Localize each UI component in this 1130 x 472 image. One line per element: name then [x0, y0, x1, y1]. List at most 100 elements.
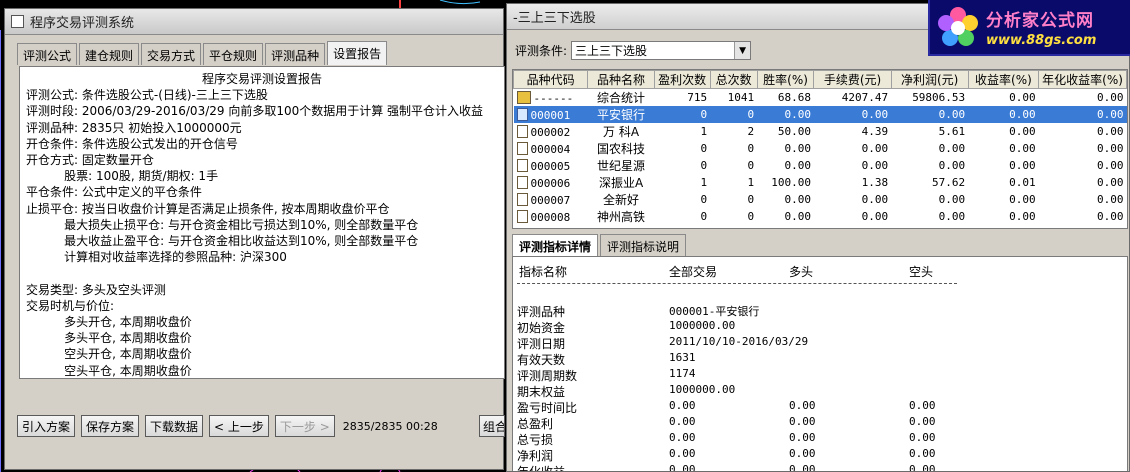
cell-profit: 0.00	[891, 106, 969, 123]
cell-wins: 0	[700, 142, 708, 155]
cell-name: 国农科技	[597, 142, 646, 156]
tab-settings-report[interactable]: 设置报告	[327, 41, 388, 65]
detail-header: 指标名称 全部交易 多头 空头	[513, 263, 1127, 281]
cell-wins: 0	[654, 106, 711, 123]
condition-select[interactable]: 三上三下选股 ▼	[571, 41, 752, 60]
cell-fee: 0.00	[861, 193, 889, 206]
chevron-down-icon[interactable]: ▼	[734, 42, 751, 59]
detail-row: 评测周期数 1174	[513, 367, 1127, 383]
save-plan-button[interactable]: 保存方案	[81, 415, 140, 437]
detail-row: 净利润 0.00 0.00 0.00	[513, 447, 1127, 463]
cell-ret: 0.00	[1009, 159, 1036, 172]
table-row[interactable]: 000002 万 科A 1 2 50.00 4.39 5.61 0.00 0.00	[514, 123, 1127, 140]
detail-all: 0.00	[669, 463, 696, 472]
site-logo: 分析家公式网 www.88gs.com	[928, 0, 1130, 56]
tab-metric-explanation[interactable]: 评测指标说明	[600, 234, 687, 256]
cell-fee: 0.00	[861, 142, 889, 155]
cell-fee: 1.38	[861, 176, 889, 189]
detail-all: 2011/10/10-2016/03/29	[669, 335, 809, 348]
col-header-total[interactable]: 总次数	[709, 70, 758, 89]
cell-total: 0	[747, 159, 755, 172]
cell-rate: 0.00	[784, 159, 811, 172]
detail-tabs: 评测指标详情 评测指标说明	[512, 234, 688, 256]
table-row[interactable]: 000001 平安银行 0 0 0.00 0.00 0.00 0.00 0.00	[513, 106, 1127, 123]
tab-metric-details[interactable]: 评测指标详情	[512, 234, 599, 256]
col-header-profit[interactable]: 净利润(元)	[890, 70, 969, 89]
settings-report-panel: 程序交易评测设置报告 评测公式: 条件选股公式-(日线)-三上三下选股 评测时段:…	[19, 66, 505, 379]
summary-folder-icon	[516, 90, 531, 104]
import-plan-button[interactable]: 引入方案	[17, 415, 76, 437]
col-header-name[interactable]: 品种名称	[587, 70, 655, 89]
cell-profit: 0.00	[938, 142, 966, 155]
cell-total: 0	[747, 142, 755, 155]
cell-rate: 0.00	[784, 210, 811, 223]
cell-name: 深振业A	[598, 176, 644, 190]
cell-fee: 4.39	[861, 125, 889, 138]
detail-long: 0.00	[789, 447, 816, 460]
table-row[interactable]: 000008 神州高铁 0 0 0.00 0.00 0.00 0.00 0.00	[514, 208, 1127, 225]
report-line: 空头平仓, 本周期收盘价	[26, 363, 192, 378]
detail-all: 0.00	[669, 415, 696, 428]
col-header-fee[interactable]: 手续费(元)	[813, 70, 892, 89]
cell-code: 000007	[514, 191, 588, 208]
col-header-return[interactable]: 收益率(%)	[967, 70, 1040, 89]
cell-ret: 0.00	[1009, 91, 1036, 104]
table-row[interactable]: ------ 综合统计 715 1041 68.68 4207.47 59806.53 0.0…	[514, 89, 1127, 107]
cell-wins: 1	[700, 176, 708, 189]
cell-wins: 0	[700, 159, 708, 172]
prev-step-button[interactable]: < 上一步	[209, 415, 269, 437]
cell-name: 神州高铁	[597, 210, 646, 224]
cell-annual: 0.00	[1097, 176, 1124, 189]
tab-formula[interactable]: 评测公式	[17, 43, 78, 65]
table-row[interactable]: 000007 全新好 0 0 0.00 0.00 0.00 0.00 0.00	[514, 191, 1127, 208]
combine-button[interactable]: 组合	[479, 415, 505, 437]
flower-logo-icon	[938, 7, 978, 46]
tab-close-rules[interactable]: 平仓规则	[203, 43, 264, 65]
detail-short: 0.00	[909, 463, 936, 472]
table-row[interactable]: 000005 世纪星源 0 0 0.00 0.00 0.00 0.00 0.00	[514, 157, 1127, 174]
cell-total: 0	[710, 106, 758, 123]
cell-ret: 0.01	[1009, 176, 1036, 189]
bottom-toolbar: 引入方案 保存方案 下载数据 < 上一步 下一步 > 2835/2835 00:…	[17, 415, 505, 437]
report-window-title: 程序交易评测系统	[30, 16, 135, 31]
cell-name: 平安银行	[587, 106, 655, 123]
report-line: 交易时机与价位:	[26, 298, 115, 313]
col-header-code[interactable]: 品种代码	[513, 70, 589, 89]
detail-divider	[517, 283, 957, 284]
cell-profit: 5.61	[938, 125, 966, 138]
detail-name: 净利润	[517, 449, 554, 463]
cell-wins: 1	[700, 125, 708, 138]
next-step-button[interactable]: 下一步 >	[274, 415, 335, 437]
table-row[interactable]: 000004 国农科技 0 0 0.00 0.00 0.00 0.00 0.00	[514, 140, 1127, 157]
cell-fee: 4207.47	[841, 91, 889, 104]
cell-annual: 0.00	[1097, 91, 1124, 104]
table-header-row: 品种代码 品种名称 盈利次数 总次数 胜率(%) 手续费(元) 净利润(元) 收…	[513, 70, 1127, 89]
detail-row: 初始资金 1000000.00	[513, 319, 1127, 335]
tab-instruments[interactable]: 评测品种	[265, 43, 326, 65]
col-header-wins[interactable]: 盈利次数	[653, 70, 711, 89]
detail-name: 评测日期	[517, 337, 566, 351]
cell-total: 0	[747, 210, 755, 223]
table-row[interactable]: 000006 深振业A 1 1 100.00 1.38 57.62 0.01 0.00	[514, 174, 1127, 191]
detail-long: 0.00	[789, 415, 816, 428]
report-window-titlebar[interactable]: 程序交易评测系统	[5, 9, 503, 35]
code-text: 000005	[530, 159, 571, 173]
report-line	[26, 265, 498, 281]
cell-code: 000008	[514, 208, 588, 225]
document-icon	[516, 209, 528, 223]
cell-name: 世纪星源	[597, 159, 646, 173]
detail-short: 0.00	[909, 447, 936, 460]
cell-fee: 0.00	[861, 159, 889, 172]
code-text: 000006	[530, 176, 571, 190]
cell-annual: 0.00	[1097, 193, 1124, 206]
col-header-annual-return[interactable]: 年化收益率(%)	[1038, 70, 1127, 89]
code-text: 000001	[530, 108, 571, 122]
cell-code: 000001	[513, 106, 588, 123]
detail-long: 0.00	[789, 463, 816, 472]
logo-brand-text: 分析家公式网	[986, 11, 1094, 31]
tab-open-rules[interactable]: 建仓规则	[79, 43, 140, 65]
col-header-winrate[interactable]: 胜率(%)	[756, 70, 815, 89]
cell-annual: 0.00	[1097, 159, 1124, 172]
tab-trade-mode[interactable]: 交易方式	[141, 43, 202, 65]
download-data-button[interactable]: 下载数据	[145, 415, 204, 437]
